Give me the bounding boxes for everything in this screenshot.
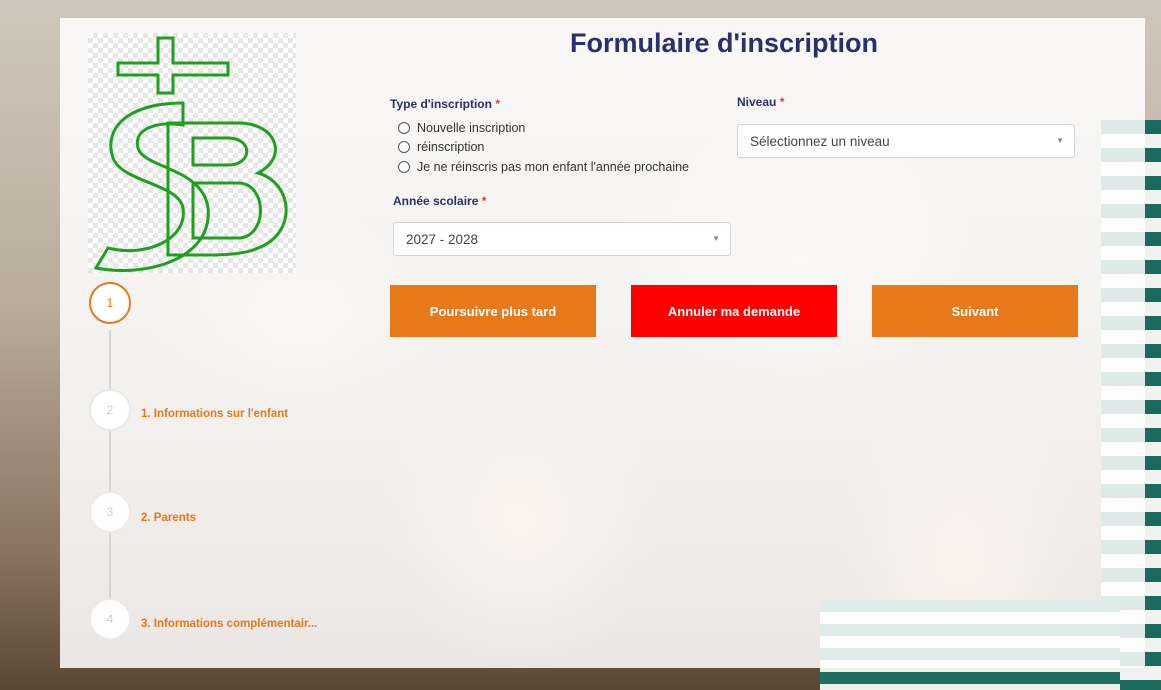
required-mark: * <box>481 194 487 208</box>
suivant-button[interactable]: Suivant <box>872 285 1078 337</box>
radio-button[interactable] <box>398 161 410 173</box>
step-4[interactable]: 4 <box>89 598 131 640</box>
step-2[interactable]: 2 <box>89 389 131 431</box>
radio-button[interactable] <box>398 141 410 153</box>
type-inscription-label: Type d'inscription * <box>390 97 500 111</box>
step-1[interactable]: 1 <box>89 282 131 324</box>
step-3-label[interactable]: 2. Parents <box>141 512 196 524</box>
radio-option-reinscription[interactable]: réinscription <box>398 140 484 154</box>
radio-label: réinscription <box>417 140 485 154</box>
school-logo <box>88 33 296 273</box>
radio-label: Nouvelle inscription <box>417 121 526 135</box>
caret-down-icon: ▼ <box>1056 136 1064 145</box>
caret-down-icon: ▼ <box>712 234 720 243</box>
page-title: Formulaire d'inscription <box>570 28 878 58</box>
niveau-label: Niveau * <box>737 95 784 109</box>
annee-scolaire-select-value: 2027 - 2028 <box>406 231 479 247</box>
step-2-label[interactable]: 1. Informations sur l'enfant <box>141 408 288 420</box>
step-3[interactable]: 3 <box>89 491 131 533</box>
niveau-select-value: Sélectionnez un niveau <box>750 133 890 149</box>
radio-option-no-reinscription[interactable]: Je ne réinscris pas mon enfant l'année p… <box>398 160 689 174</box>
required-mark: * <box>495 97 500 111</box>
radio-button[interactable] <box>398 122 410 134</box>
stepper-line <box>109 330 111 620</box>
niveau-label-text: Niveau <box>737 95 777 109</box>
step-4-label[interactable]: 3. Informations complémentair... <box>141 618 317 630</box>
radio-option-nouvelle[interactable]: Nouvelle inscription <box>398 121 525 135</box>
niveau-select[interactable]: Sélectionnez un niveau ▼ <box>737 124 1075 158</box>
type-inscription-label-text: Type d'inscription <box>390 97 492 111</box>
annee-scolaire-label-text: Année scolaire <box>393 194 479 208</box>
annee-scolaire-label: Année scolaire * <box>393 194 486 208</box>
required-mark: * <box>779 95 785 109</box>
radio-label: Je ne réinscris pas mon enfant l'année p… <box>417 160 689 174</box>
poursuivre-plus-tard-button[interactable]: Poursuivre plus tard <box>390 285 596 337</box>
annuler-demande-button[interactable]: Annuler ma demande <box>631 285 837 337</box>
annee-scolaire-select[interactable]: 2027 - 2028 ▼ <box>393 222 731 256</box>
